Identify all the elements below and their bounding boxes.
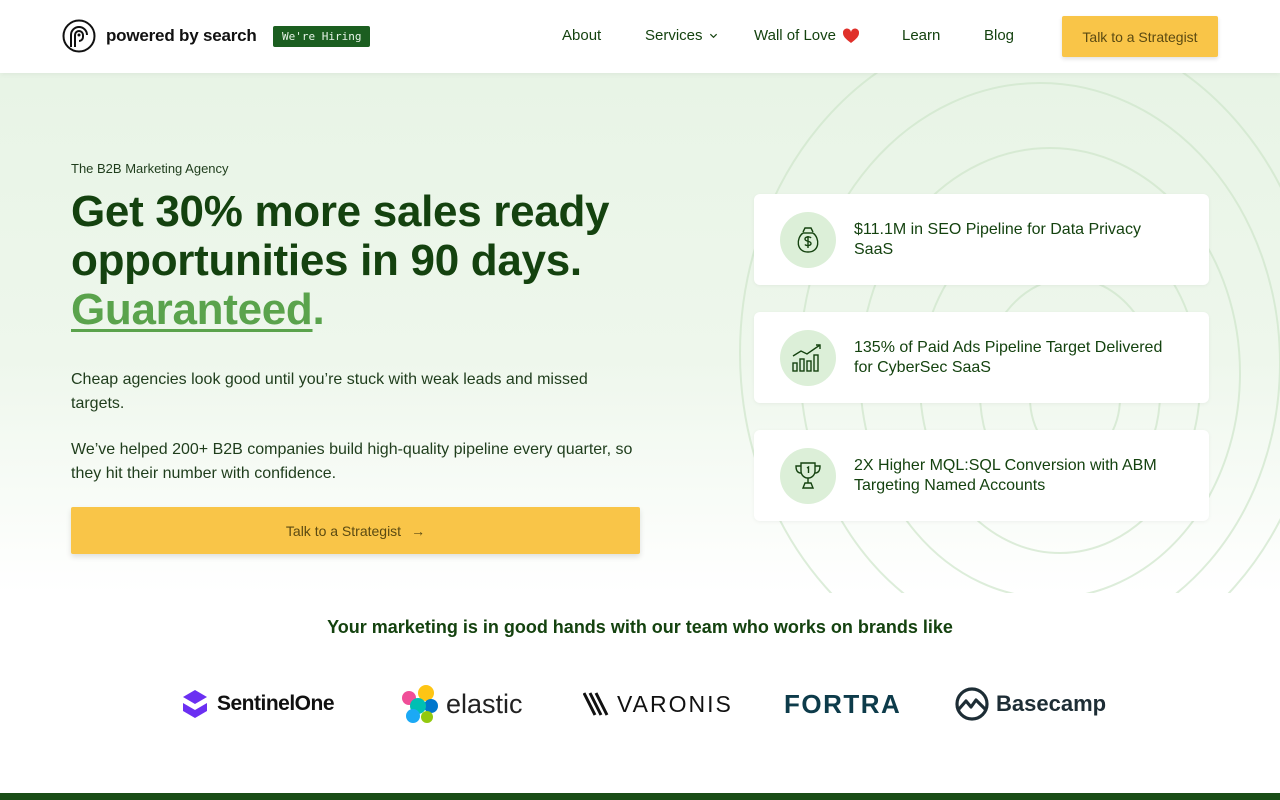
basecamp-wordmark: Basecamp	[996, 691, 1107, 716]
basecamp-mark-icon	[955, 687, 989, 721]
arrow-right-icon: →	[411, 522, 426, 539]
headline-line-1: Get 30% more sales ready	[71, 187, 610, 236]
hero-cta-button[interactable]: Talk to a Strategist →	[71, 507, 640, 554]
nav-about[interactable]: About	[562, 27, 601, 44]
money-bag-icon	[780, 211, 836, 268]
nav-blog[interactable]: Blog	[984, 27, 1014, 44]
elastic-mark-icon	[402, 685, 438, 723]
growth-chart-icon	[780, 329, 836, 386]
nav-wall-of-love[interactable]: Wall of Love	[754, 27, 860, 44]
brand-logo-fortra: FORTRA	[784, 684, 901, 724]
fortra-wordmark: FORTRA	[784, 688, 902, 719]
hero-section: The B2B Marketing Agency Get 30% more sa…	[0, 73, 1280, 593]
card-text: $11.1M in SEO Pipeline for Data Privacy …	[854, 220, 1141, 258]
site-header: powered by search We're Hiring About Ser…	[0, 0, 1280, 73]
nav-about-label: About	[562, 27, 602, 44]
varonis-wordmark: VARONIS	[617, 690, 733, 717]
header-cta-button[interactable]: Talk to a Strategist	[1062, 16, 1218, 57]
brands-title: Your marketing is in good hands with our…	[327, 617, 953, 637]
footer-edge-bar	[0, 793, 1280, 800]
hiring-badge[interactable]: We're Hiring	[273, 26, 371, 47]
hero-eyebrow: The B2B Marketing Agency	[71, 161, 229, 176]
brand-logo-elastic: elastic	[400, 684, 523, 724]
result-card-seo: $11.1M in SEO Pipeline for Data Privacy …	[754, 194, 1209, 285]
nav-blog-label: Blog	[984, 27, 1015, 44]
card-text: 135% of Paid Ads Pipeline Target Deliver…	[854, 338, 1163, 376]
heart-icon	[842, 27, 860, 43]
elastic-wordmark: elastic	[446, 688, 523, 719]
result-card-abm: 2X Higher MQL:SQL Conversion with ABM Ta…	[754, 430, 1209, 521]
brand-logo-sentinelone: SentinelOne	[182, 684, 335, 724]
card-text: 2X Higher MQL:SQL Conversion with ABM Ta…	[854, 456, 1157, 494]
trophy-icon	[780, 447, 836, 504]
varonis-mark-icon	[583, 692, 609, 716]
hero-cta-label: Talk to a Strategist	[285, 522, 402, 539]
logo[interactable]: powered by search	[62, 19, 257, 53]
logo-text: powered by search	[106, 26, 257, 45]
sentinelone-wordmark: SentinelOne	[217, 692, 335, 715]
nav-learn-label: Learn	[902, 27, 941, 44]
brand-logo-varonis: VARONIS	[583, 684, 733, 724]
result-card-paid-ads: 135% of Paid Ads Pipeline Target Deliver…	[754, 312, 1209, 403]
chevron-down-icon	[709, 33, 717, 39]
headline-guaranteed: Guaranteed	[71, 285, 313, 334]
nav-wall-of-love-label: Wall of Love	[754, 27, 836, 44]
nav-learn[interactable]: Learn	[902, 27, 940, 44]
brand-logo-basecamp: Basecamp	[954, 684, 1106, 724]
nav-services[interactable]: Services	[645, 27, 718, 44]
nav-services-label: Services	[645, 27, 703, 44]
hero-paragraph-2: We’ve helped 200+ B2B companies build hi…	[71, 441, 633, 482]
hero-headline: Get 30% more sales ready opportunities i…	[71, 187, 691, 334]
logo-fingerprint-icon	[62, 19, 96, 53]
headline-period: .	[312, 285, 325, 334]
hero-paragraph-1: Cheap agencies look good until you’re st…	[71, 371, 588, 412]
headline-line-2: opportunities in 90 days.	[71, 236, 582, 285]
sentinelone-mark-icon	[183, 690, 207, 718]
